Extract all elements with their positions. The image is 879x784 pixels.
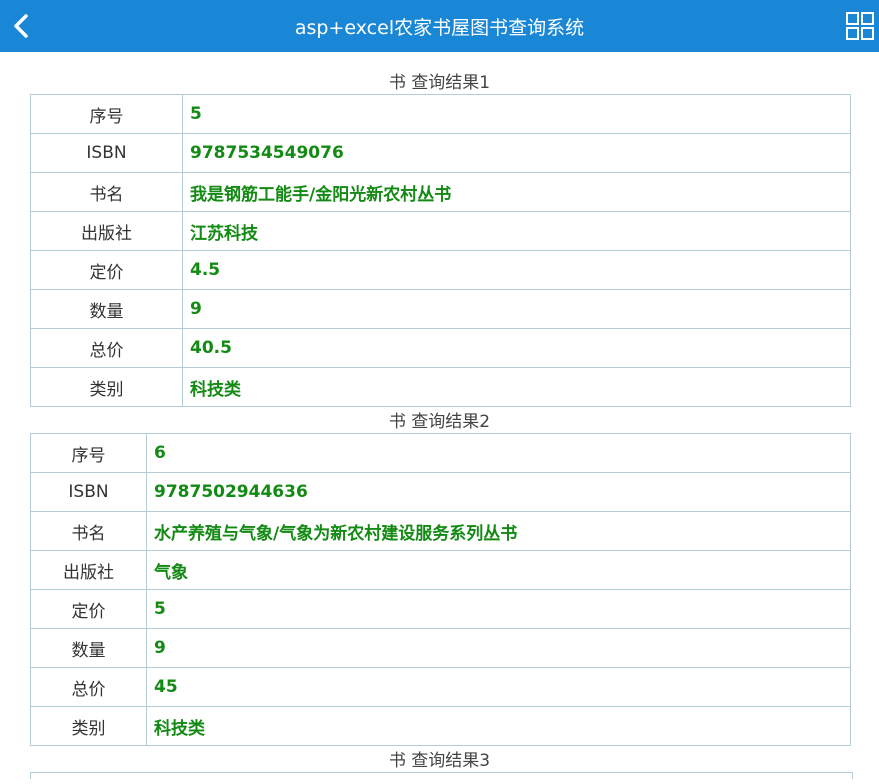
field-label: 出版社 [30,211,183,251]
table-row: 类别 科技类 [30,367,851,407]
table-row: ISBN 9787502944636 [30,472,851,512]
table-row: 书名 水产养殖与气象/气象为新农村建设服务系列丛书 [30,511,851,551]
table-row: 类别 科技类 [30,706,851,746]
field-value: 45 [146,667,851,707]
result-table [30,772,853,779]
top-bar: asp+excel农家书屋图书查询系统 [0,0,879,52]
field-value: 9 [182,289,851,329]
field-value: 我是钢筋工能手/金阳光新农村丛书 [182,172,851,212]
field-label: 序号 [30,94,183,134]
result-title: 书 查询结果3 [388,751,491,771]
field-value: 4.5 [182,250,851,290]
field-label: 类别 [30,367,183,407]
table-row: 定价 4.5 [30,250,851,290]
result-table: 序号 5 ISBN 9787534549076 书名 我是钢筋工能手/金阳光新农村丛书… [30,94,851,407]
menu-grid-button[interactable] [845,11,875,41]
table-row: 书名 我是钢筋工能手/金阳光新农村丛书 [30,172,851,212]
table-row: 定价 5 [30,589,851,629]
table-row: 数量 9 [30,289,851,329]
field-label: 数量 [30,628,147,668]
table-row: 数量 9 [30,628,851,668]
field-value: 科技类 [146,706,851,746]
field-label: 书名 [30,511,147,551]
field-label: 书名 [30,172,183,212]
field-label: 数量 [30,289,183,329]
table-row: 总价 40.5 [30,328,851,368]
grid-icon [846,12,874,40]
field-label: 总价 [30,328,183,368]
field-label: 出版社 [30,550,147,590]
result-title: 书 查询结果2 [388,412,491,432]
table-row: ISBN 9787534549076 [30,133,851,173]
field-value: 气象 [146,550,851,590]
field-value: 水产养殖与气象/气象为新农村建设服务系列丛书 [146,511,851,551]
chevron-left-icon [14,14,28,38]
results-area: 书 查询结果1 序号 5 ISBN 9787534549076 书名 我是钢筋工能手/… [0,52,879,779]
field-label: 定价 [30,589,147,629]
field-value: 5 [182,94,851,134]
field-label: 定价 [30,250,183,290]
table-row: 序号 5 [30,94,851,134]
field-value: 江苏科技 [182,211,851,251]
table-row: 序号 6 [30,433,851,473]
table-row: 出版社 气象 [30,550,851,590]
page-title: asp+excel农家书屋图书查询系统 [294,16,585,39]
field-label: ISBN [30,472,147,512]
field-value: 9787534549076 [182,133,851,173]
table-row: 总价 45 [30,667,851,707]
field-value: 9 [146,628,851,668]
result-table: 序号 6 ISBN 9787502944636 书名 水产养殖与气象/气象为新农村建设… [30,433,851,746]
field-label: 类别 [30,706,147,746]
back-button[interactable] [6,10,36,42]
field-value: 5 [146,589,851,629]
field-label: 序号 [30,433,147,473]
field-label: 总价 [30,667,147,707]
field-value: 6 [146,433,851,473]
field-value: 40.5 [182,328,851,368]
field-value: 9787502944636 [146,472,851,512]
result-title: 书 查询结果1 [388,73,491,93]
field-label: ISBN [30,133,183,173]
field-value: 科技类 [182,367,851,407]
table-row: 出版社 江苏科技 [30,211,851,251]
